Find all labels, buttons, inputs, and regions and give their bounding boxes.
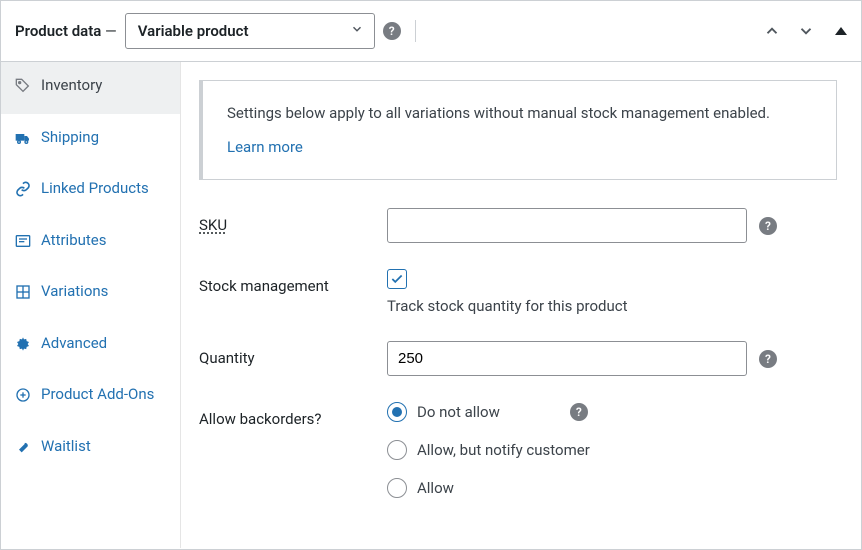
help-icon[interactable]: ? <box>759 350 777 368</box>
truck-icon <box>15 130 31 152</box>
sidebar-item-linked-products[interactable]: Linked Products <box>1 165 180 217</box>
grid-icon <box>15 284 31 306</box>
quantity-row: Quantity ? <box>199 341 837 376</box>
stock-management-label: Stock management <box>199 269 379 295</box>
backorders-radio-notify[interactable] <box>387 440 407 460</box>
radio-label: Do not allow <box>417 403 500 421</box>
panel-header: Product data — Variable product ? <box>1 1 861 62</box>
sku-label: SKU <box>199 208 379 234</box>
info-notice: Settings below apply to all variations w… <box>199 80 837 180</box>
backorders-radio-allow[interactable] <box>387 478 407 498</box>
panel-body: Inventory Shipping Linked Products Attri… <box>1 62 861 548</box>
sidebar-item-label: Inventory <box>41 76 102 96</box>
tag-icon <box>15 78 31 100</box>
sidebar-item-variations[interactable]: Variations <box>1 268 180 320</box>
sidebar-item-label: Attributes <box>41 231 107 251</box>
sku-row: SKU ? <box>199 208 837 243</box>
sidebar-item-label: Waitlist <box>41 437 91 457</box>
content-area: Settings below apply to all variations w… <box>181 62 861 548</box>
help-icon[interactable]: ? <box>759 217 777 235</box>
sidebar: Inventory Shipping Linked Products Attri… <box>1 62 181 548</box>
stock-management-description: Track stock quantity for this product <box>387 297 628 315</box>
sidebar-item-inventory[interactable]: Inventory <box>1 62 180 114</box>
plus-circle-icon <box>15 387 31 409</box>
sidebar-item-waitlist[interactable]: Waitlist <box>1 423 180 475</box>
quantity-label: Quantity <box>199 341 379 367</box>
title-text: Product data <box>15 22 101 40</box>
move-down-button[interactable] <box>793 18 819 44</box>
stock-management-checkbox[interactable] <box>387 269 407 289</box>
title-dash: — <box>101 22 116 40</box>
radio-label: Allow <box>417 479 454 497</box>
sidebar-item-label: Shipping <box>41 128 99 148</box>
sidebar-item-label: Advanced <box>41 334 107 354</box>
sidebar-item-shipping[interactable]: Shipping <box>1 114 180 166</box>
quantity-input[interactable] <box>387 341 747 376</box>
sku-input[interactable] <box>387 208 747 243</box>
chevron-down-icon <box>350 22 364 40</box>
sidebar-item-label: Product Add-Ons <box>41 385 154 405</box>
backorders-radio-group: Do not allow ? Allow, but notify custome… <box>387 402 590 498</box>
sidebar-item-attributes[interactable]: Attributes <box>1 217 180 269</box>
sidebar-item-label: Linked Products <box>41 179 149 199</box>
help-icon[interactable]: ? <box>570 403 588 421</box>
radio-label: Allow, but notify customer <box>417 441 590 459</box>
divider <box>415 20 416 42</box>
collapse-toggle-icon[interactable] <box>835 27 847 35</box>
notice-text: Settings below apply to all variations w… <box>227 101 812 125</box>
move-up-button[interactable] <box>759 18 785 44</box>
gear-icon <box>15 336 31 358</box>
backorders-row: Allow backorders? Do not allow ? Al <box>199 402 837 498</box>
wrench-icon <box>15 439 31 461</box>
product-data-panel: Product data — Variable product ? Invent… <box>0 0 862 550</box>
stock-management-row: Stock management Track stock quantity fo… <box>199 269 837 315</box>
link-icon <box>15 181 31 203</box>
help-icon[interactable]: ? <box>383 22 401 40</box>
product-type-value: Variable product <box>138 22 249 40</box>
backorders-radio-do-not-allow[interactable] <box>387 402 407 422</box>
sidebar-item-label: Variations <box>41 282 108 302</box>
list-icon <box>15 233 31 255</box>
backorders-label: Allow backorders? <box>199 402 379 428</box>
learn-more-link[interactable]: Learn more <box>227 135 303 159</box>
sidebar-item-product-addons[interactable]: Product Add-Ons <box>1 371 180 423</box>
panel-title: Product data — <box>15 22 117 40</box>
product-type-select[interactable]: Variable product <box>125 13 375 49</box>
sidebar-item-advanced[interactable]: Advanced <box>1 320 180 372</box>
